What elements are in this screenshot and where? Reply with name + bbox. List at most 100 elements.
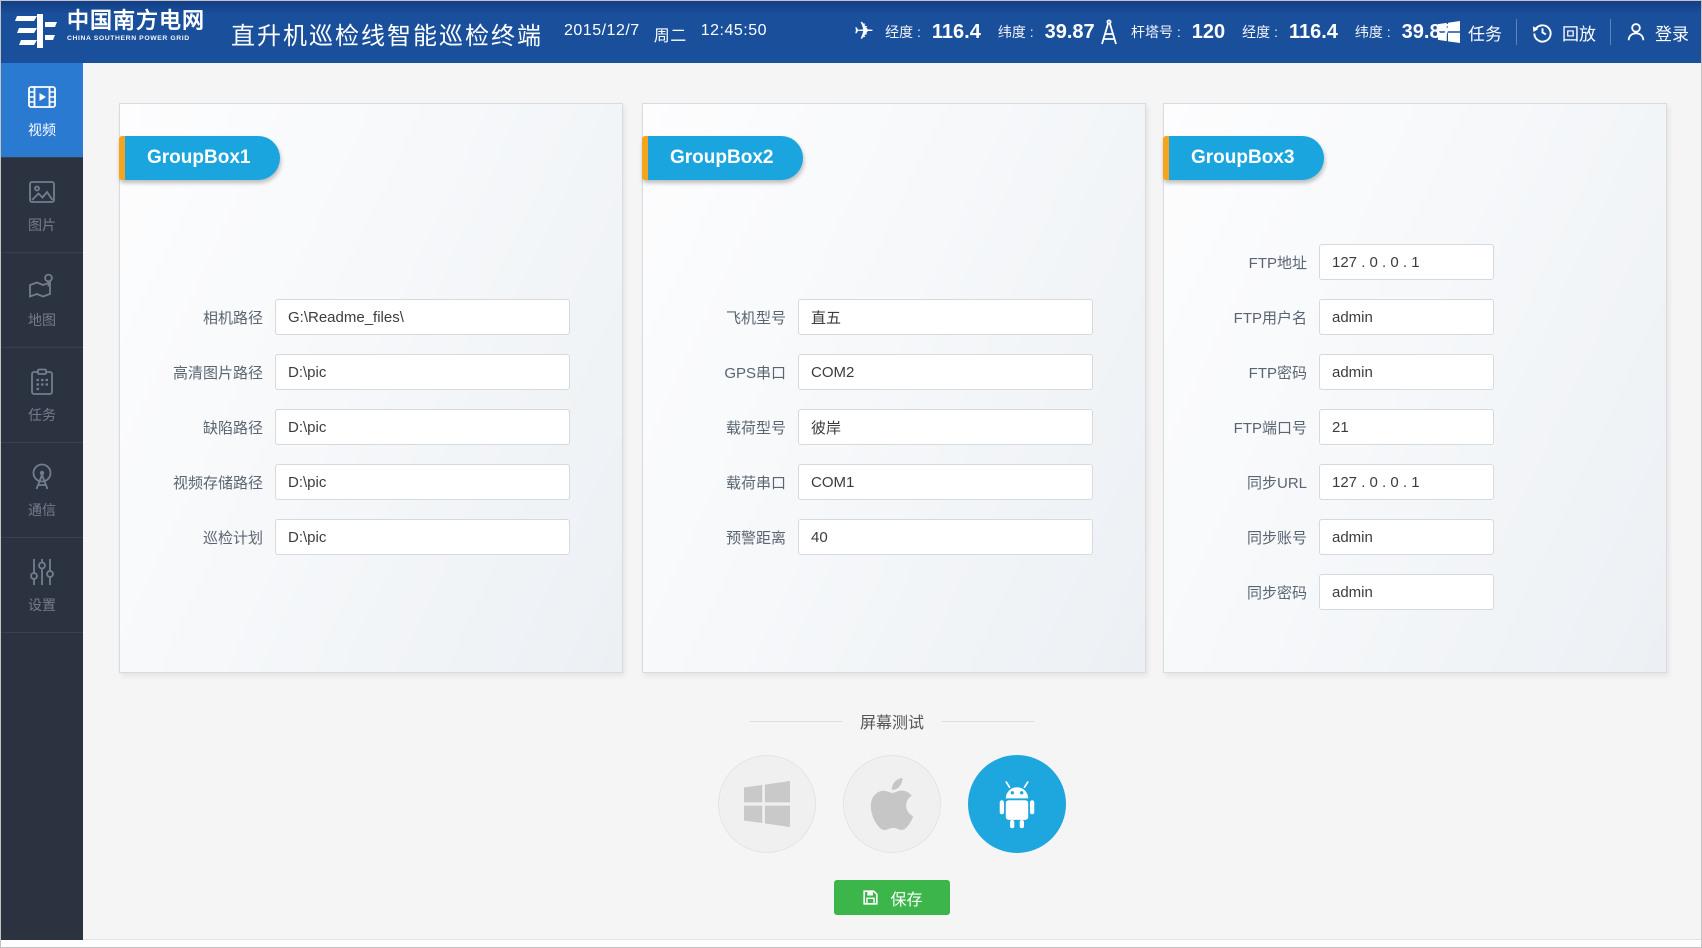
warning-distance-input[interactable]: [798, 519, 1093, 555]
sidebar-label: 设置: [28, 595, 56, 615]
form-row: FTP用户名: [1164, 299, 1666, 335]
form-row: GPS串口: [643, 354, 1145, 390]
tasks-label: 任务: [1468, 20, 1502, 45]
android-icon: [989, 776, 1045, 832]
gps-serial-input[interactable]: [798, 354, 1093, 390]
weekday-text: 周二: [654, 22, 687, 46]
form-row: 同步账号: [1164, 519, 1666, 555]
images-icon: [25, 176, 59, 208]
sidebar-item-images[interactable]: 图片: [1, 158, 83, 253]
field-label: 载荷型号: [643, 417, 786, 438]
windows-test-button[interactable]: [718, 755, 816, 853]
field-label: 高清图片路径: [120, 362, 263, 383]
divider: [1610, 19, 1611, 45]
inspection-plan-input[interactable]: [275, 519, 570, 555]
field-label: 缺陷路径: [120, 417, 263, 438]
ftp-address-input[interactable]: [1319, 244, 1494, 280]
tower-telemetry: 杆塔号 : 120 经度 : 116.4 纬度 : 39.87: [1098, 1, 1460, 63]
sidebar-item-settings[interactable]: 设置: [1, 538, 83, 633]
payload-model-input[interactable]: [798, 409, 1093, 445]
clock-replay-icon: [1531, 21, 1554, 44]
save-icon: [861, 888, 880, 907]
field-label: 载荷串口: [643, 472, 786, 493]
windows-icon: [1438, 21, 1460, 43]
camera-path-input[interactable]: [275, 299, 570, 335]
tower-id-label: 杆塔号 :: [1131, 22, 1181, 42]
tower-icon: [1098, 19, 1120, 45]
brand-block: 中国南方电网 CHINA SOUTHERN POWER GRID: [67, 10, 205, 43]
sidebar-item-comms[interactable]: 通信: [1, 443, 83, 538]
brand-name-cn: 中国南方电网: [67, 10, 205, 32]
divider: [1516, 19, 1517, 45]
tasks-icon: [25, 366, 59, 398]
sidebar-item-video[interactable]: 视频: [1, 63, 83, 158]
login-label: 登录: [1655, 20, 1689, 45]
form-row: FTP密码: [1164, 354, 1666, 390]
sidebar-item-tasks[interactable]: 任务: [1, 348, 83, 443]
datetime-display: 2015/12/7 周二 12:45:50: [564, 22, 767, 46]
ftp-user-input[interactable]: [1319, 299, 1494, 335]
sync-account-input[interactable]: [1319, 519, 1494, 555]
form-row: FTP端口号: [1164, 409, 1666, 445]
tasks-button[interactable]: 任务: [1438, 20, 1502, 45]
flight-lat-value: 39.87: [1045, 21, 1095, 44]
apple-icon: [870, 778, 914, 830]
replay-label: 回放: [1562, 20, 1596, 45]
ftp-port-input[interactable]: [1319, 409, 1494, 445]
groupbox3-title-tab: GroupBox3: [1163, 136, 1324, 180]
login-button[interactable]: 登录: [1625, 20, 1689, 45]
hd-image-path-input[interactable]: [275, 354, 570, 390]
sidebar-item-map[interactable]: 地图: [1, 253, 83, 348]
settings-icon: [25, 556, 59, 588]
groupbox1-title-tab: GroupBox1: [119, 136, 280, 180]
android-test-button[interactable]: [968, 755, 1066, 853]
time-text: 12:45:50: [701, 22, 767, 46]
divider-line: [942, 721, 1034, 722]
field-label: 同步密码: [1164, 582, 1307, 603]
field-label: FTP地址: [1164, 252, 1307, 273]
save-button[interactable]: 保存: [834, 880, 950, 915]
field-label: FTP用户名: [1164, 307, 1307, 328]
form-row: 相机路径: [120, 299, 622, 335]
form-row: 同步密码: [1164, 574, 1666, 610]
sync-url-input[interactable]: [1319, 464, 1494, 500]
comms-icon: [25, 461, 59, 493]
defect-path-input[interactable]: [275, 409, 570, 445]
field-label: FTP端口号: [1164, 417, 1307, 438]
flight-telemetry: ✈ 经度 : 116.4 纬度 : 39.87: [854, 1, 1103, 63]
ftp-password-input[interactable]: [1319, 354, 1494, 390]
video-storage-path-input[interactable]: [275, 464, 570, 500]
tower-id-value: 120: [1192, 21, 1225, 44]
screen-test-title: 屏幕测试: [860, 709, 924, 733]
video-icon: [25, 81, 59, 113]
tower-lon-value: 116.4: [1289, 21, 1338, 44]
windows-icon: [744, 781, 790, 827]
form-row: 视频存储路径: [120, 464, 622, 500]
map-icon: [25, 271, 59, 303]
form-row: 载荷型号: [643, 409, 1145, 445]
aircraft-model-input[interactable]: [798, 299, 1093, 335]
tower-lat-label: 纬度 :: [1355, 22, 1391, 42]
field-label: 同步账号: [1164, 527, 1307, 548]
form-row: 预警距离: [643, 519, 1145, 555]
bottom-strip: [1, 939, 1701, 947]
field-label: GPS串口: [643, 362, 786, 383]
field-label: 同步URL: [1164, 472, 1307, 493]
date-text: 2015/12/7: [564, 22, 640, 46]
groupbox2-title-tab: GroupBox2: [642, 136, 803, 180]
plane-icon: ✈: [854, 20, 874, 44]
brand-name-en: CHINA SOUTHERN POWER GRID: [67, 36, 205, 43]
save-row: 保存: [83, 880, 1701, 915]
apple-test-button[interactable]: [843, 755, 941, 853]
groupbox3-panel: GroupBox3 FTP地址 FTP用户名 FTP密码 FTP端口号 同步UR…: [1163, 103, 1667, 673]
replay-button[interactable]: 回放: [1531, 20, 1596, 45]
form-row: FTP地址: [1164, 244, 1666, 280]
field-label: 相机路径: [120, 307, 263, 328]
field-label: 视频存储路径: [120, 472, 263, 493]
payload-serial-input[interactable]: [798, 464, 1093, 500]
sync-password-input[interactable]: [1319, 574, 1494, 610]
screen-test-header: 屏幕测试: [83, 709, 1701, 733]
flight-lon-label: 经度 :: [885, 22, 921, 42]
page-title: 直升机巡检线智能巡检终端: [231, 16, 543, 51]
form-row: 缺陷路径: [120, 409, 622, 445]
